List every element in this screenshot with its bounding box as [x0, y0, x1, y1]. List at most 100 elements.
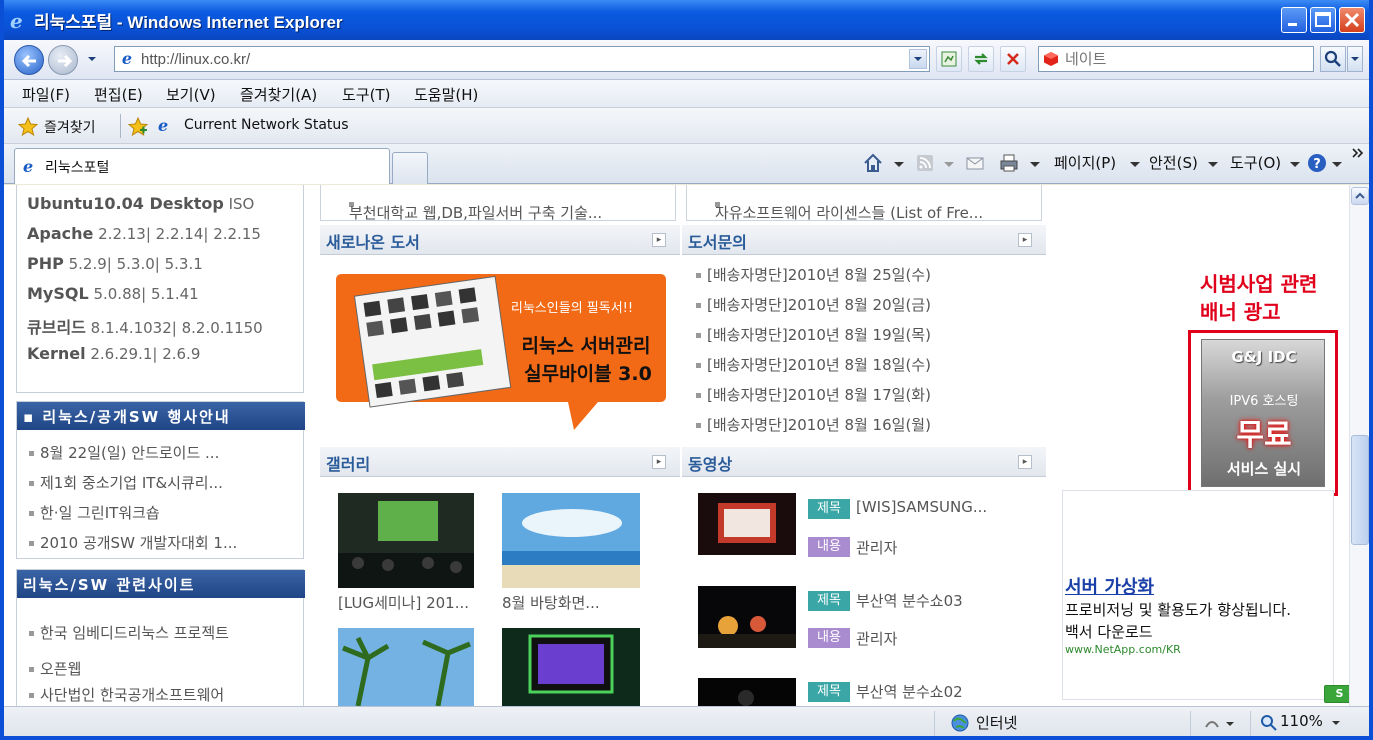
- forward-button[interactable]: [48, 45, 78, 75]
- menu-file[interactable]: 파일(F): [22, 84, 70, 105]
- favorites-button-label[interactable]: 즐겨찾기: [44, 117, 96, 137]
- gallery-caption[interactable]: 8월 바탕화면...: [502, 592, 600, 613]
- inquiry-item[interactable]: [배송자명단]2010년 8월 19일(목): [696, 324, 931, 345]
- inquiry-item[interactable]: [배송자명단]2010년 8월 16일(월): [696, 414, 931, 435]
- add-favorite-icon[interactable]: [128, 117, 148, 137]
- ipv6-banner-ad[interactable]: G&J IDC IPV6 호스팅 무료 서비스 실시: [1201, 339, 1325, 487]
- software-row[interactable]: Apache 2.2.13| 2.2.14| 2.2.15: [27, 224, 261, 243]
- search-button[interactable]: [1320, 46, 1346, 72]
- menu-view[interactable]: 보기(V): [166, 84, 216, 105]
- new-books-title[interactable]: 새로나온 도서: [326, 229, 420, 253]
- video-thumbnail[interactable]: [698, 493, 796, 555]
- home-icon[interactable]: [862, 152, 884, 174]
- stop-button[interactable]: [1000, 46, 1026, 72]
- window-title: 리눅스포털 - Windows Internet Explorer: [34, 13, 343, 32]
- security-zone[interactable]: 인터넷: [976, 712, 1017, 733]
- video-thumbnail[interactable]: [698, 678, 796, 706]
- toolbar-overflow-icon[interactable]: [1350, 146, 1366, 162]
- favorites-star-icon[interactable]: [18, 117, 38, 137]
- menu-tools[interactable]: 도구(T): [342, 84, 390, 105]
- chevron-down-icon: [1351, 57, 1359, 61]
- event-item[interactable]: 2010 공개SW 개발자대회 1...: [29, 532, 237, 553]
- gallery-thumbnail-palm[interactable]: [338, 628, 474, 706]
- video-thumbnail[interactable]: [698, 586, 796, 648]
- menu-favorites[interactable]: 즐겨찾기(A): [240, 84, 317, 105]
- address-bar[interactable]: e: [114, 46, 930, 72]
- video-title[interactable]: 동영상: [688, 451, 732, 475]
- site-link[interactable]: 오픈웹: [29, 658, 81, 679]
- software-row[interactable]: PHP 5.2.9| 5.3.0| 5.3.1: [27, 254, 203, 273]
- favorite-link-network-status[interactable]: Current Network Status: [184, 117, 349, 133]
- tools-menu-button[interactable]: 도구(O): [1230, 152, 1281, 173]
- history-dropdown-icon[interactable]: [86, 53, 98, 65]
- book-cover-image[interactable]: 리눅스인들의 필독서!! 리눅스 서버관리 실무바이블 3.0: [336, 270, 666, 430]
- gallery-thumbnail-tv[interactable]: [502, 628, 640, 706]
- event-item[interactable]: 제1회 중소기업 IT&시큐리...: [29, 472, 223, 493]
- close-button[interactable]: [1339, 7, 1365, 33]
- gallery-header: 갤러리 ▸: [320, 447, 680, 477]
- chevron-down-icon[interactable]: [938, 152, 960, 174]
- event-title: 한·일 그린IT워크숍: [40, 504, 160, 522]
- gallery-caption[interactable]: [LUG세미나] 201...: [338, 592, 469, 613]
- site-link[interactable]: 사단법인 한국공개소프트웨어: [29, 684, 224, 705]
- bullet-icon: [696, 423, 701, 428]
- top-link-cell[interactable]: 자유소프트웨어 라이센스들 (List of Fre...: [686, 185, 1042, 222]
- more-button[interactable]: ▸: [1018, 233, 1032, 247]
- address-dropdown-button[interactable]: [909, 49, 927, 69]
- chevron-down-icon[interactable]: [1330, 717, 1342, 729]
- safety-menu-button[interactable]: 안전(S): [1149, 152, 1198, 173]
- more-button[interactable]: ▸: [652, 233, 666, 247]
- search-input[interactable]: [1065, 49, 1305, 69]
- gallery-thumbnail-seminar[interactable]: [338, 493, 474, 588]
- protected-mode-icon[interactable]: [1204, 715, 1240, 733]
- maximize-button[interactable]: [1310, 7, 1336, 33]
- event-item[interactable]: 8월 22일(일) 안드로이드 ...: [29, 442, 219, 463]
- menu-help[interactable]: 도움말(H): [414, 84, 478, 105]
- book-inquiry-title[interactable]: 도서문의: [688, 229, 747, 253]
- video-title[interactable]: 부산역 분수쇼02: [856, 681, 963, 702]
- tab-linux-portal[interactable]: e 리눅스포털: [14, 148, 390, 184]
- zoom-level[interactable]: 110%: [1280, 712, 1323, 730]
- search-options-button[interactable]: [1347, 46, 1363, 72]
- video-title[interactable]: 부산역 분수쇼03: [856, 590, 963, 611]
- event-item[interactable]: 한·일 그린IT워크숍: [29, 502, 160, 523]
- help-icon[interactable]: ?: [1306, 152, 1328, 174]
- software-row[interactable]: 큐브리드 8.1.4.1032| 8.2.0.1150: [27, 314, 263, 338]
- vertical-scrollbar[interactable]: [1349, 185, 1369, 706]
- software-row[interactable]: Kernel 2.6.29.1| 2.6.9: [27, 344, 200, 363]
- more-button[interactable]: ▸: [1018, 455, 1032, 469]
- inquiry-item[interactable]: [배송자명단]2010년 8월 20일(금): [696, 294, 931, 315]
- menu-edit[interactable]: 편집(E): [94, 84, 143, 105]
- feeds-icon[interactable]: [914, 152, 936, 174]
- page-menu-button[interactable]: 페이지(P): [1054, 152, 1116, 173]
- gallery-thumbnail-wallpaper[interactable]: [502, 493, 640, 588]
- inquiry-item[interactable]: [배송자명단]2010년 8월 18일(수): [696, 354, 931, 375]
- more-button[interactable]: ▸: [652, 455, 666, 469]
- new-tab-button[interactable]: [392, 152, 428, 184]
- print-icon[interactable]: [998, 152, 1020, 174]
- video-title[interactable]: [WIS]SAMSUNG...: [856, 498, 987, 516]
- text-ad-title[interactable]: 서버 가상화: [1065, 573, 1154, 599]
- minimize-button[interactable]: [1281, 7, 1307, 33]
- chevron-down-icon[interactable]: [1024, 152, 1046, 174]
- scroll-up-button[interactable]: [1351, 187, 1369, 205]
- software-row[interactable]: MySQL 5.0.88| 5.1.41: [27, 284, 199, 303]
- compatibility-view-button[interactable]: [936, 46, 962, 72]
- url-input[interactable]: [141, 49, 901, 69]
- inquiry-item[interactable]: [배송자명단]2010년 8월 17일(화): [696, 384, 931, 405]
- inquiry-item[interactable]: [배송자명단]2010년 8월 25일(수): [696, 264, 931, 285]
- search-box[interactable]: [1038, 46, 1314, 72]
- software-row[interactable]: Ubuntu10.04 Desktop ISO: [27, 194, 254, 213]
- back-button[interactable]: [14, 45, 44, 75]
- scroll-thumb[interactable]: [1351, 435, 1369, 545]
- sites-heading[interactable]: 리눅스/SW 관련사이트: [17, 570, 305, 598]
- chevron-down-icon[interactable]: [888, 152, 910, 174]
- gallery-title[interactable]: 갤러리: [326, 451, 370, 475]
- site-name: 사단법인 한국공개소프트웨어: [40, 686, 225, 704]
- refresh-button[interactable]: [968, 46, 994, 72]
- site-link[interactable]: 한국 임베디드리눅스 프로젝트: [29, 622, 229, 643]
- mail-icon[interactable]: [964, 152, 986, 174]
- top-link-cell[interactable]: 부천대학교 웹,DB,파일서버 구축 기술...: [320, 185, 676, 222]
- events-heading[interactable]: ▪ 리눅스/공개SW 행사안내: [17, 402, 305, 430]
- text-ad-url[interactable]: www.NetApp.com/KR: [1065, 643, 1181, 656]
